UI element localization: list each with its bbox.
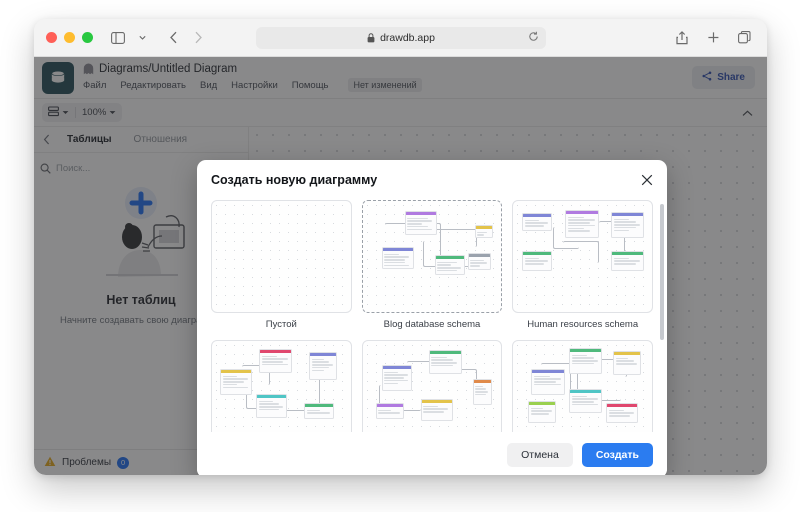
template-thumbnail [512, 200, 653, 313]
create-diagram-dialog: Создать новую диаграмму Пустой Blog data… [197, 160, 667, 475]
dialog-title: Создать новую диаграмму [211, 173, 378, 187]
reload-icon[interactable] [528, 31, 539, 45]
dialog-footer: Отмена Создать [197, 432, 667, 475]
forward-arrow-icon[interactable] [187, 27, 209, 49]
dialog-header: Создать новую диаграмму [197, 160, 667, 200]
template-card-row2-c[interactable] [512, 340, 653, 432]
browser-toolbar: drawdb.app [34, 19, 767, 57]
template-thumbnail [211, 340, 352, 432]
window-traffic-lights [46, 32, 93, 43]
template-thumbnail [211, 200, 352, 313]
create-button[interactable]: Создать [581, 443, 653, 467]
template-thumbnail [512, 340, 653, 432]
template-card-blog-database-schema[interactable]: Blog database schema [361, 200, 503, 330]
sidebar-toggle-icon[interactable] [107, 27, 129, 49]
tab-overview-icon[interactable] [733, 27, 755, 49]
lock-icon [367, 32, 375, 43]
template-card-blank[interactable]: Пустой [211, 200, 352, 330]
share-upload-icon[interactable] [671, 27, 693, 49]
template-card-human-resources-schema[interactable]: Human resources schema [512, 200, 653, 330]
drawdb-app: Diagrams/Untitled Diagram Файл Редактиро… [34, 57, 767, 475]
toolbar-nav-group [107, 27, 209, 49]
minimize-window-button[interactable] [64, 32, 75, 43]
gallery-scrollbar[interactable] [660, 204, 664, 340]
cancel-button[interactable]: Отмена [507, 443, 573, 467]
toolbar-right-group [671, 27, 755, 49]
template-label: Blog database schema [383, 319, 481, 330]
template-card-row2-a[interactable] [211, 340, 352, 432]
template-card-row2-b[interactable] [361, 340, 503, 432]
template-gallery[interactable]: Пустой Blog database schema Human resour… [197, 200, 667, 432]
template-thumbnail [361, 340, 503, 432]
close-icon[interactable] [639, 172, 655, 188]
close-window-button[interactable] [46, 32, 57, 43]
back-arrow-icon[interactable] [163, 27, 185, 49]
template-label: Пустой [265, 319, 297, 330]
plus-icon[interactable] [702, 27, 724, 49]
template-thumbnail [361, 200, 503, 313]
address-bar-url: drawdb.app [380, 31, 435, 44]
template-label: Human resources schema [527, 319, 639, 330]
browser-window: drawdb.app Создать новую диаграмму Пусто… [34, 19, 767, 475]
address-bar[interactable]: drawdb.app [256, 26, 546, 49]
chevron-down-icon[interactable] [131, 27, 153, 49]
template-grid: Пустой Blog database schema Human resour… [211, 200, 653, 432]
maximize-window-button[interactable] [82, 32, 93, 43]
